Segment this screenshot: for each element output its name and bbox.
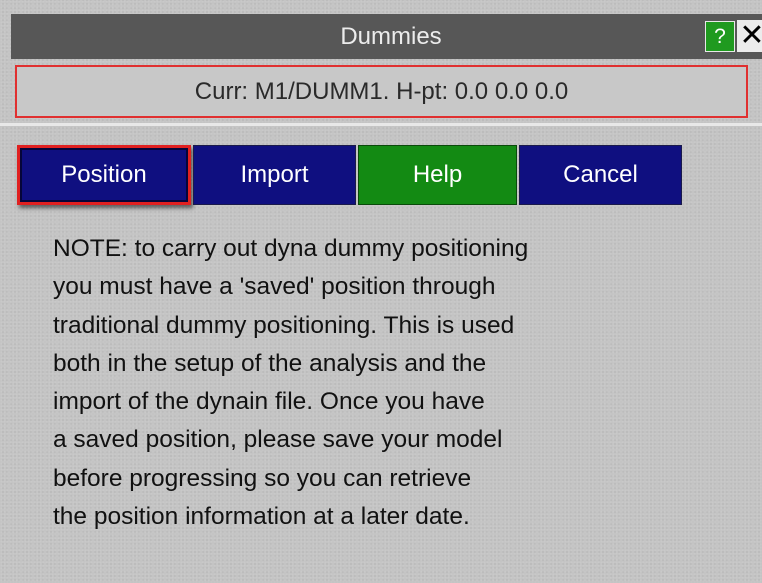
note-line: traditional dummy positioning. This is u… (53, 311, 515, 339)
divider (0, 123, 762, 126)
note-line: NOTE: to carry out dyna dummy positionin… (53, 235, 529, 262)
import-button[interactable]: Import (193, 145, 356, 205)
close-icon[interactable]: ✕ (737, 20, 762, 52)
note-line: the position information at a later date… (53, 503, 470, 531)
window-title: Dummies (340, 23, 442, 50)
note-line: before progressing so you can retrieve (53, 464, 472, 492)
note-line: import of the dynain file. Once you have (53, 388, 485, 416)
title-bar[interactable]: Dummies ? ✕ (11, 14, 762, 59)
note-line: you must have a 'saved' position through (53, 273, 496, 301)
current-dummy-status: Curr: M1/DUMM1. H-pt: 0.0 0.0 0.0 (15, 65, 748, 118)
help-button[interactable]: Help (358, 145, 517, 205)
note-line: both in the setup of the analysis and th… (53, 349, 487, 377)
position-button[interactable]: Position (17, 145, 191, 205)
note-line: a saved position, please save your model (53, 426, 503, 454)
cancel-button[interactable]: Cancel (519, 145, 682, 205)
note-text: NOTE: to carry out dyna dummy positionin… (53, 230, 733, 536)
help-icon[interactable]: ? (705, 21, 735, 52)
dummies-panel: Dummies ? ✕ Curr: M1/DUMM1. H-pt: 0.0 0.… (0, 0, 762, 583)
